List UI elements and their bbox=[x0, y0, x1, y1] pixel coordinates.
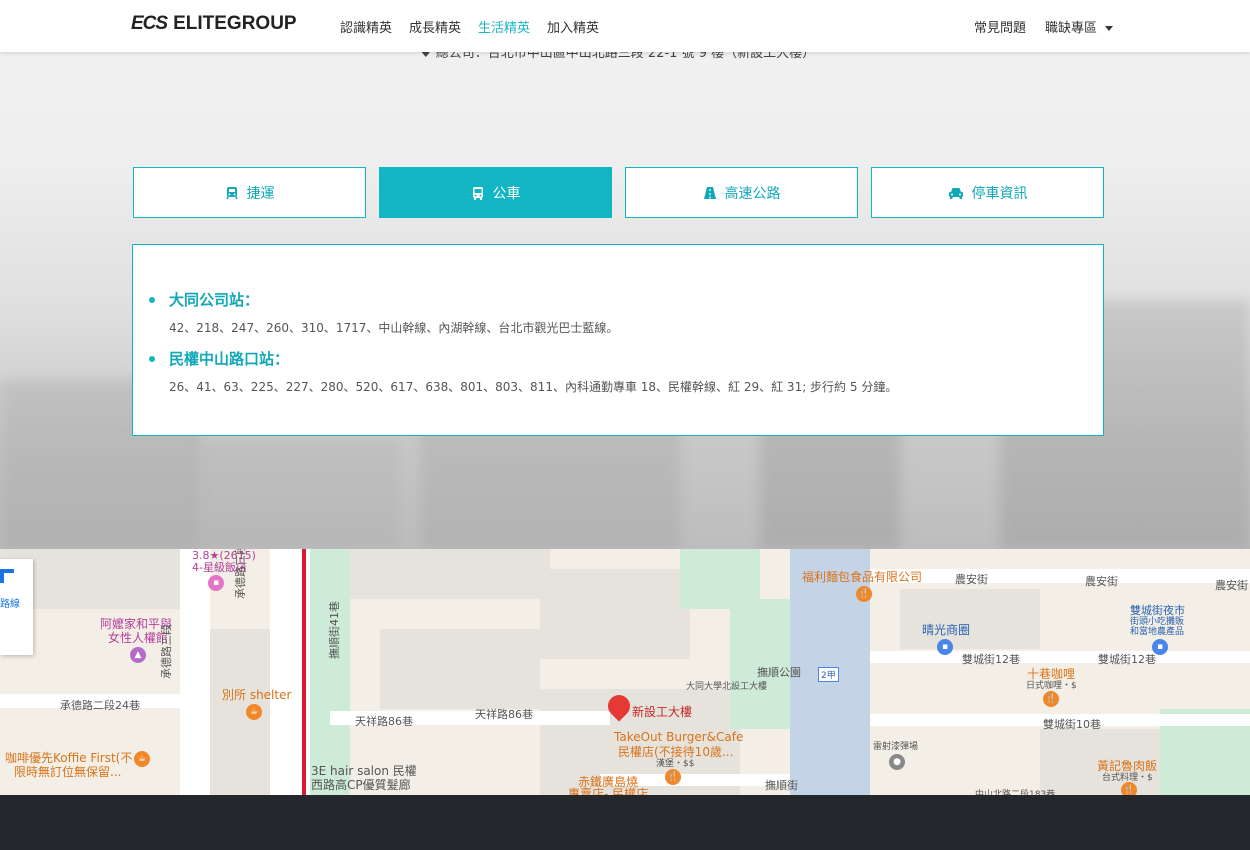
map-label: 農安街 bbox=[955, 573, 988, 586]
map-directions-card[interactable]: 路線 bbox=[0, 559, 33, 655]
map-label: 撫順公園 bbox=[757, 666, 801, 679]
bus-stop-lines: 42、218、247、260、310、1717、中山幹線、內湖幹線、台北市觀光巴… bbox=[169, 321, 619, 335]
logo-brand: ELITEGROUP bbox=[173, 13, 297, 34]
map-label: 天祥路86巷 bbox=[355, 715, 413, 728]
nav-link-growth[interactable]: 成長精英 bbox=[409, 17, 461, 36]
google-map[interactable]: 3.8★(2615) 4-星級飯店 ▪ 阿嬤家和平與 女性人權館 ▲ 別所 sh… bbox=[0, 549, 1250, 795]
tab-mrt[interactable]: 捷運 bbox=[133, 167, 366, 218]
map-label: 別所 shelter bbox=[222, 688, 292, 702]
map-road bbox=[870, 651, 1250, 663]
bus-stop-item: 民權中山路口站： 26、41、63、225、227、280、520、617、63… bbox=[149, 348, 897, 395]
map-label: 撫順街 bbox=[765, 779, 798, 792]
cafe-icon[interactable]: ☕ bbox=[246, 704, 262, 720]
bus-icon bbox=[472, 186, 483, 200]
bullet-icon bbox=[149, 355, 155, 362]
car-icon bbox=[948, 187, 963, 199]
subway-icon bbox=[225, 186, 238, 199]
map-label: 日式咖哩・$ bbox=[1026, 681, 1077, 691]
map-label: 撫順街41巷 bbox=[328, 601, 341, 659]
company-logo[interactable]: ECS ELITEGROUP bbox=[131, 13, 297, 35]
tab-bus[interactable]: 公車 bbox=[379, 167, 612, 218]
page-footer bbox=[0, 795, 1250, 850]
nav-link-faq[interactable]: 常見問題 bbox=[974, 17, 1026, 36]
map-label: 雙城街12巷 bbox=[962, 653, 1020, 666]
restaurant-icon[interactable]: 🍴 bbox=[1043, 691, 1059, 707]
place-icon[interactable]: ● bbox=[889, 754, 905, 770]
map-label: TakeOut Burger&Cafe bbox=[614, 730, 744, 744]
map-block bbox=[900, 589, 1040, 649]
map-block bbox=[540, 569, 690, 659]
museum-icon[interactable]: ▲ bbox=[130, 647, 146, 663]
bg-shape bbox=[420, 420, 680, 549]
jobs-label: 職缺專區 bbox=[1045, 21, 1098, 36]
bus-info-panel: 大同公司站： 42、218、247、260、310、1717、中山幹線、內湖幹線… bbox=[132, 244, 1104, 436]
tab-highway[interactable]: 高速公路 bbox=[625, 167, 858, 218]
top-navbar: ECS ELITEGROUP 認識精英 成長精英 生活精英 加入精英 常見問題 … bbox=[0, 0, 1250, 52]
map-label: 天祥路86巷 bbox=[475, 708, 533, 721]
bg-shape bbox=[200, 440, 400, 549]
map-block bbox=[380, 629, 540, 709]
restaurant-icon[interactable]: 🍴 bbox=[856, 586, 872, 602]
nav-link-jobs-dropdown[interactable]: 職缺專區 bbox=[1045, 17, 1114, 36]
map-label: 雙城街10巷 bbox=[1043, 718, 1101, 731]
tab-parking-label: 停車資訊 bbox=[971, 185, 1028, 202]
bullet-icon bbox=[149, 296, 155, 303]
map-label: 和當地農產品 bbox=[1130, 627, 1185, 637]
map-label: 承德路三段 bbox=[160, 624, 173, 679]
bus-stop-name: 大同公司站： bbox=[169, 291, 260, 309]
main-nav: 認識精英 成長精英 生活精英 加入精英 bbox=[340, 17, 599, 36]
cafe-icon[interactable]: ☕ bbox=[134, 751, 150, 767]
shopping-icon[interactable]: ▪ bbox=[937, 639, 953, 655]
map-label: 晴光商圈 bbox=[922, 623, 971, 637]
bus-stop-lines: 26、41、63、225、227、280、520、617、638、801、803… bbox=[169, 380, 898, 394]
map-label: 農安街 bbox=[1085, 575, 1118, 588]
restaurant-icon[interactable]: 🍴 bbox=[665, 769, 681, 785]
bus-stop-item: 大同公司站： 42、218、247、260、310、1717、中山幹線、內湖幹線… bbox=[149, 289, 618, 336]
nav-link-join[interactable]: 加入精英 bbox=[547, 17, 599, 36]
map-label: 限時無訂位無保留... bbox=[14, 765, 122, 779]
map-label: 雷射漆彈場 bbox=[873, 742, 919, 752]
map-label: 中山北路二段183巷 bbox=[975, 790, 1056, 795]
map-marker-label: 新設工大樓 bbox=[632, 705, 693, 719]
tab-parking[interactable]: 停車資訊 bbox=[871, 167, 1104, 218]
restaurant-icon[interactable]: 🍴 bbox=[1121, 782, 1137, 795]
tab-bus-label: 公車 bbox=[492, 185, 521, 202]
map-label: 西路高CP優質髮廊 bbox=[311, 778, 411, 792]
tab-highway-label: 高速公路 bbox=[724, 185, 781, 202]
map-label: 大同大學北設工大樓 bbox=[686, 682, 768, 692]
map-label: 福利麵包食品有限公司 bbox=[802, 570, 923, 584]
route-shield: 2甲 bbox=[818, 667, 839, 682]
map-rail-line bbox=[302, 549, 306, 795]
directions-icon bbox=[0, 569, 14, 583]
secondary-nav: 常見問題 職缺專區 bbox=[974, 17, 1114, 36]
map-label: 漢堡・$$ bbox=[656, 759, 695, 769]
map-label: 農安街 bbox=[1215, 579, 1248, 592]
caret-down-icon bbox=[1105, 26, 1114, 31]
shopping-icon[interactable]: ▪ bbox=[1152, 639, 1168, 655]
tab-mrt-label: 捷運 bbox=[246, 185, 275, 202]
map-label: 承德路二段24巷 bbox=[60, 699, 140, 712]
nav-link-about[interactable]: 認識精英 bbox=[340, 17, 392, 36]
map-road bbox=[180, 549, 210, 795]
map-label: 專賣店- 民權店 bbox=[568, 787, 649, 795]
bus-stop-name: 民權中山路口站： bbox=[169, 350, 290, 368]
map-label: 承德路三段 bbox=[234, 549, 247, 599]
road-icon bbox=[703, 186, 716, 199]
hotel-icon[interactable]: ▪ bbox=[208, 575, 224, 591]
map-block bbox=[330, 549, 550, 599]
directions-label: 路線 bbox=[0, 599, 20, 610]
map-green-area bbox=[310, 549, 350, 795]
logo-mark: ECS bbox=[131, 13, 168, 34]
map-label: 雙城街12巷 bbox=[1098, 653, 1156, 666]
nav-link-life[interactable]: 生活精英 bbox=[478, 17, 530, 36]
